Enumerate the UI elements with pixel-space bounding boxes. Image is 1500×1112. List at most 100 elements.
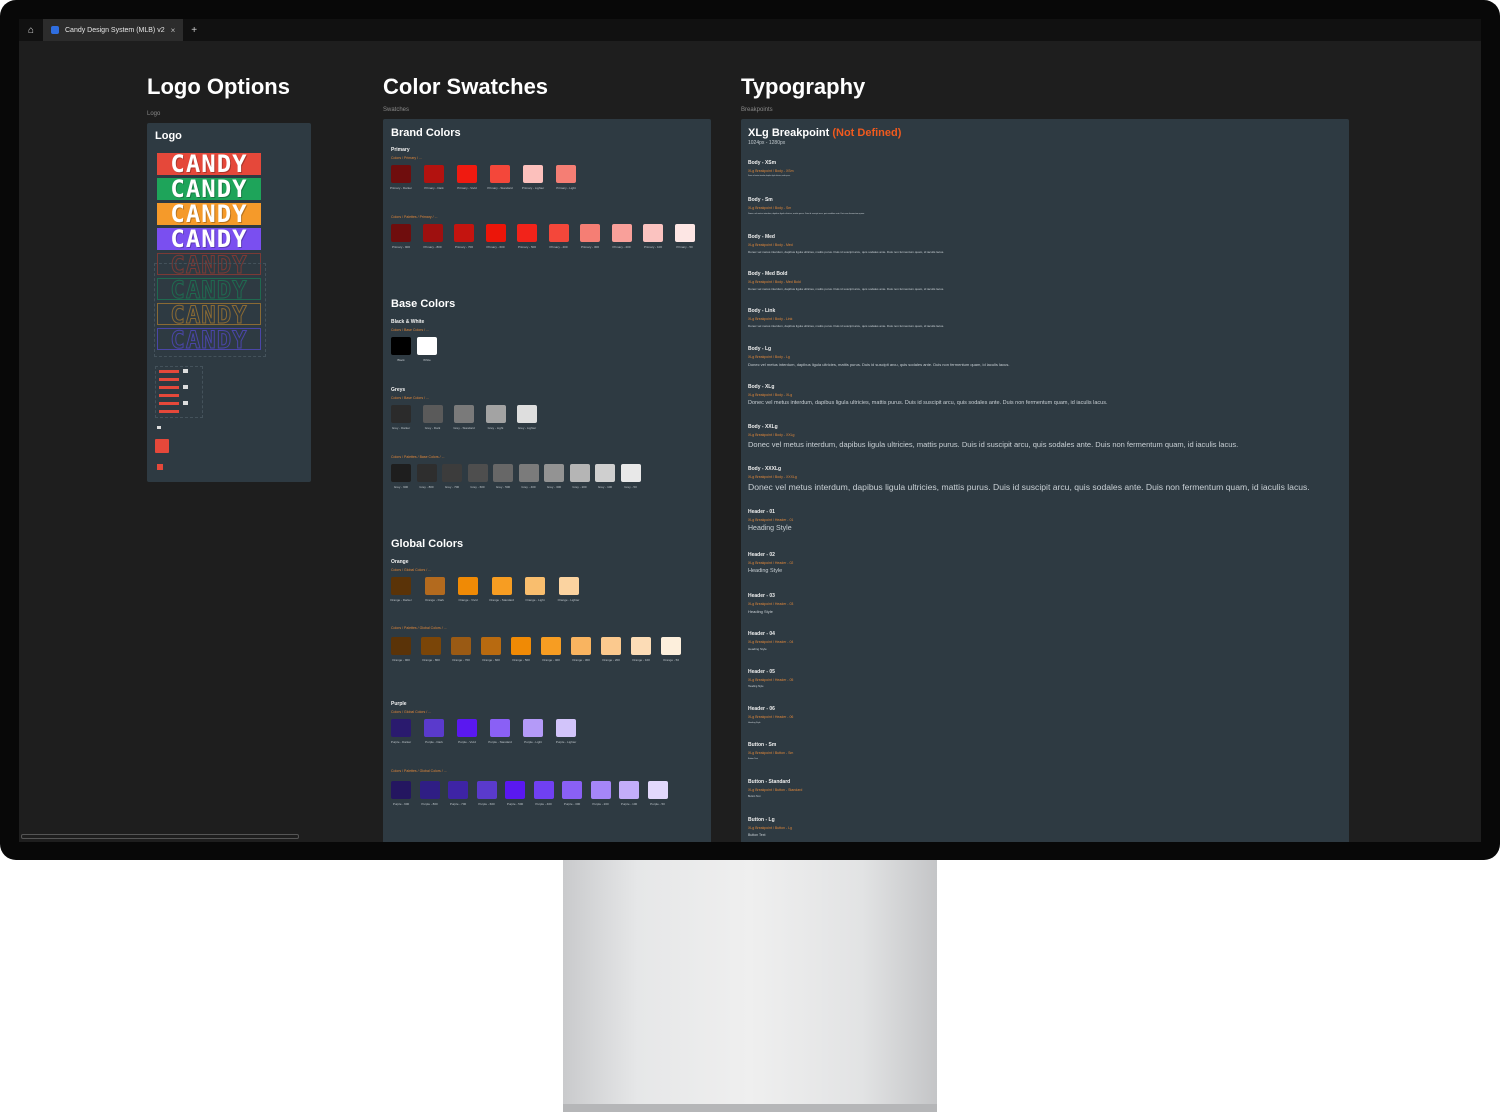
color-swatch[interactable] — [611, 224, 632, 242]
color-swatch[interactable] — [619, 781, 639, 799]
logo-wordmark: CANDY — [157, 202, 261, 226]
typography-panel[interactable]: XLg Breakpoint (Not Defined) 1024px - 12… — [741, 119, 1349, 842]
color-swatch[interactable] — [481, 637, 501, 655]
type-style-item[interactable]: Body - Lg XLg Breakpoint / Body - Lg Donec… — [748, 346, 1009, 367]
type-style-item[interactable]: Body - XSm XLg Breakpoint / Body - XSm Don… — [748, 160, 794, 177]
color-swatch[interactable] — [451, 637, 471, 655]
horizontal-scrollbar[interactable] — [21, 834, 299, 839]
color-swatch[interactable] — [511, 637, 531, 655]
color-swatch[interactable] — [558, 577, 579, 595]
logo-panel[interactable]: Logo CANDY CANDY CANDY CANDY CANDY CANDY CANDY… — [147, 123, 311, 482]
type-style-item[interactable]: Button - Standard XLg Breakpoint / Button… — [748, 779, 802, 798]
color-swatch[interactable] — [419, 781, 440, 799]
typography-frame-label[interactable]: Breakpoints — [741, 107, 773, 113]
swatch-frame-label[interactable]: Swatches — [383, 107, 409, 113]
type-style-item[interactable]: Header - 04 XLg Breakpoint / Header - 04 H… — [748, 631, 793, 651]
color-swatch[interactable] — [541, 637, 561, 655]
color-swatch[interactable] — [493, 464, 513, 482]
color-swatch[interactable] — [422, 405, 443, 423]
color-swatch[interactable] — [421, 637, 441, 655]
color-swatch[interactable] — [391, 337, 411, 355]
color-swatch[interactable] — [518, 464, 539, 482]
color-swatch[interactable] — [647, 781, 668, 799]
color-swatch[interactable] — [485, 405, 506, 423]
type-style-item[interactable]: Body - XXLg XLg Breakpoint / Body - XXLg D… — [748, 424, 1238, 449]
color-swatch[interactable] — [571, 637, 591, 655]
color-swatch[interactable] — [517, 224, 537, 242]
color-swatch[interactable] — [580, 224, 600, 242]
color-swatch[interactable] — [391, 637, 411, 655]
color-swatch[interactable] — [457, 719, 477, 737]
color-swatch[interactable] — [417, 337, 437, 355]
color-swatch[interactable] — [391, 781, 411, 799]
color-swatch[interactable] — [523, 719, 543, 737]
color-swatch[interactable] — [422, 224, 443, 242]
color-swatch[interactable] — [458, 577, 478, 595]
type-style-sample: Button Text — [748, 758, 758, 760]
color-swatch[interactable] — [391, 577, 411, 595]
color-swatch[interactable] — [457, 165, 477, 183]
color-swatch[interactable] — [556, 165, 576, 183]
type-style-item[interactable]: Body - XLg XLg Breakpoint / Body - XLg Don… — [748, 384, 1108, 406]
type-style-item[interactable]: Header - 06 XLg Breakpoint / Header - 06 H… — [748, 706, 793, 724]
new-tab-icon[interactable]: + — [191, 25, 197, 36]
color-swatch[interactable] — [643, 224, 663, 242]
color-swatch[interactable] — [595, 464, 615, 482]
color-swatch[interactable] — [485, 224, 506, 242]
color-swatch[interactable] — [569, 464, 590, 482]
color-swatch[interactable] — [601, 637, 621, 655]
greys-label: Greys — [391, 387, 406, 393]
color-swatch[interactable] — [490, 719, 510, 737]
color-swatch[interactable] — [491, 577, 512, 595]
color-swatch[interactable] — [620, 464, 641, 482]
color-swatch[interactable] — [448, 781, 468, 799]
monitor-bezel: ⌂ Candy Design System (MLB) v2 × + Logo … — [0, 0, 1500, 860]
color-swatch[interactable] — [533, 781, 554, 799]
type-style-item[interactable]: Header - 01 XLg Breakpoint / Header - 01 H… — [748, 509, 793, 532]
type-style-item[interactable]: Button - Lg XLg Breakpoint / Button - Lg B… — [748, 817, 792, 837]
tab-file[interactable]: Candy Design System (MLB) v2 × — [43, 19, 184, 41]
color-swatch[interactable] — [442, 464, 462, 482]
close-icon[interactable]: × — [171, 26, 176, 35]
color-swatch[interactable] — [544, 464, 564, 482]
type-style-item[interactable]: Button - Sm XLg Breakpoint / Button - Sm B… — [748, 742, 793, 760]
color-swatch[interactable] — [391, 224, 411, 242]
color-swatch[interactable] — [562, 781, 582, 799]
color-swatch[interactable] — [525, 577, 545, 595]
color-swatch[interactable] — [467, 464, 488, 482]
color-swatch[interactable] — [631, 637, 651, 655]
color-swatch[interactable] — [391, 464, 411, 482]
type-style-item[interactable]: Body - Med XLg Breakpoint / Body - Med Don… — [748, 234, 944, 254]
color-swatch[interactable] — [674, 224, 695, 242]
type-style-item[interactable]: Header - 03 XLg Breakpoint / Header - 03 H… — [748, 593, 793, 614]
color-swatch[interactable] — [424, 165, 444, 183]
swatch-caption: Orange - 700 — [452, 658, 470, 662]
type-style-item[interactable]: Body - Med Bold XLg Breakpoint / Body - M… — [748, 271, 944, 291]
color-swatch[interactable] — [556, 719, 576, 737]
color-swatch[interactable] — [424, 577, 445, 595]
color-swatch[interactable] — [661, 637, 681, 655]
color-swatch[interactable] — [454, 224, 474, 242]
type-style-item[interactable]: Header - 05 XLg Breakpoint / Header - 05 H… — [748, 669, 793, 688]
color-swatch[interactable] — [590, 781, 611, 799]
color-swatch[interactable] — [548, 224, 569, 242]
type-style-item[interactable]: Body - XXXLg XLg Breakpoint / Body - XXXL… — [748, 466, 1310, 492]
figma-canvas[interactable]: ⌂ Candy Design System (MLB) v2 × + Logo … — [19, 19, 1481, 842]
color-swatch[interactable] — [505, 781, 525, 799]
color-swatch[interactable] — [490, 165, 510, 183]
color-swatch[interactable] — [391, 405, 411, 423]
color-swatch[interactable] — [517, 405, 537, 423]
logo-frame-label[interactable]: Logo — [147, 111, 160, 117]
type-style-item[interactable]: Body - Link XLg Breakpoint / Body - Link D… — [748, 308, 944, 328]
color-swatch[interactable] — [523, 165, 543, 183]
swatch-panel[interactable]: Brand Colors Primary Colors / Primary / … — [383, 119, 711, 842]
color-swatch[interactable] — [416, 464, 437, 482]
home-icon[interactable]: ⌂ — [19, 19, 43, 41]
color-swatch[interactable] — [391, 165, 411, 183]
color-swatch[interactable] — [476, 781, 497, 799]
color-swatch[interactable] — [391, 719, 411, 737]
color-swatch[interactable] — [454, 405, 474, 423]
color-swatch[interactable] — [424, 719, 444, 737]
type-style-item[interactable]: Header - 02 XLg Breakpoint / Header - 02 H… — [748, 552, 793, 574]
type-style-item[interactable]: Body - Sm XLg Breakpoint / Body - Sm Donec… — [748, 197, 865, 215]
